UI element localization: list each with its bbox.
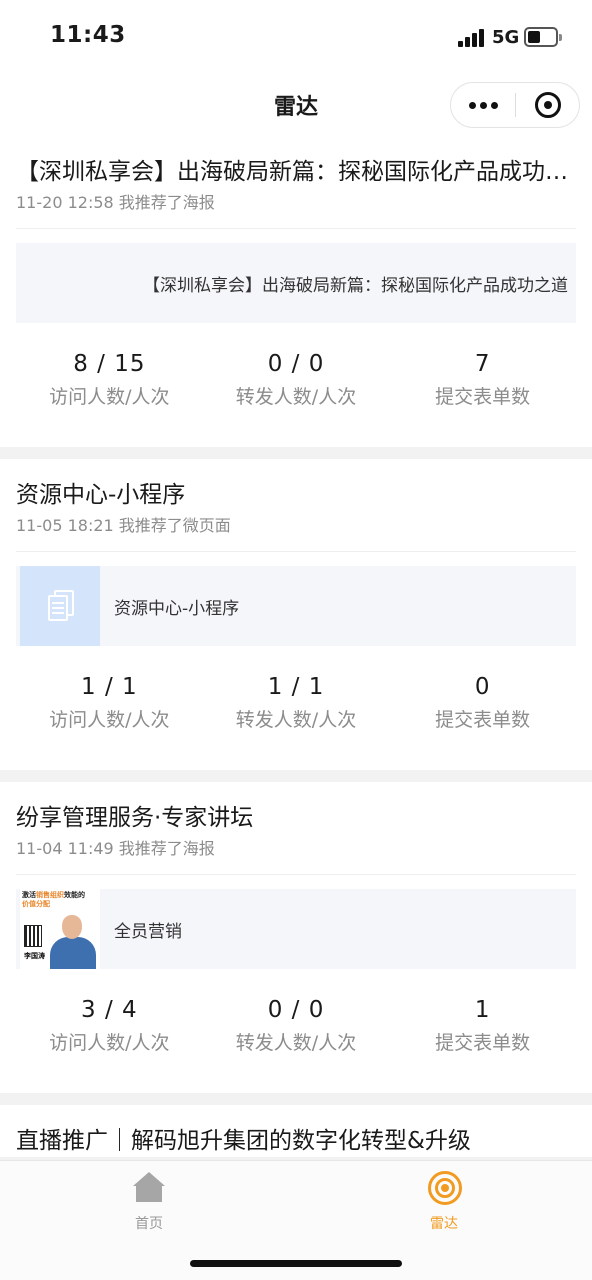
stat-visits: 8 / 15 访问人数/人次 xyxy=(16,323,203,447)
tab-radar[interactable]: 雷达 xyxy=(384,1169,504,1232)
battery-icon xyxy=(524,27,562,47)
tab-label: 首页 xyxy=(135,1216,163,1232)
content-preview[interactable]: 激活销售组织效能的 价值分配 李国涛 全员营销 xyxy=(16,889,576,969)
status-bar: 11:43 5G xyxy=(0,0,592,74)
stat-shares: 0 / 0 转发人数/人次 xyxy=(203,323,390,447)
screen: 11:43 5G 雷达 【深圳私享会】出海破局新篇：探秘国际化产品成功之道 11… xyxy=(0,0,592,1280)
signal-icon xyxy=(458,29,486,47)
card-meta: 11-05 18:21 我推荐了微页面 xyxy=(16,515,576,552)
card-title: 纷享管理服务·专家讲坛 xyxy=(16,805,254,831)
stat-value: 3 / 4 xyxy=(81,997,138,1023)
preview-title: 【深圳私享会】出海破局新篇：探秘国际化产品成功之道 xyxy=(143,276,568,296)
stat-label: 访问人数/人次 xyxy=(49,709,170,731)
card-title: 直播推广｜解码旭升集团的数字化转型&升级 xyxy=(16,1128,471,1154)
close-miniprogram-button[interactable] xyxy=(517,83,579,127)
stat-label: 提交表单数 xyxy=(435,386,531,408)
stat-label: 转发人数/人次 xyxy=(235,386,357,408)
radar-card[interactable]: 资源中心-小程序 11-05 18:21 我推荐了微页面 资源中心-小程序 1 … xyxy=(0,459,592,770)
stats-row: 8 / 15 访问人数/人次 0 / 0 转发人数/人次 7 提交表单数 xyxy=(16,323,576,447)
preview-title: 全员营销 xyxy=(114,922,182,942)
stat-value: 1 / 1 xyxy=(81,674,138,700)
speaker-photo xyxy=(50,937,96,969)
document-icon xyxy=(46,590,74,622)
radar-icon xyxy=(428,1171,462,1205)
stat-visits: 3 / 4 访问人数/人次 xyxy=(16,969,203,1093)
stat-label: 转发人数/人次 xyxy=(235,709,357,731)
content-preview[interactable]: 资源中心-小程序 xyxy=(16,566,576,646)
stats-row: 1 / 1 访问人数/人次 1 / 1 转发人数/人次 0 提交表单数 xyxy=(16,646,576,770)
stat-label: 访问人数/人次 xyxy=(49,386,170,408)
stat-value: 0 xyxy=(474,674,491,700)
stat-value: 7 xyxy=(474,351,491,377)
preview-title: 资源中心-小程序 xyxy=(114,599,240,619)
stat-value: 8 / 15 xyxy=(73,351,146,377)
home-icon xyxy=(133,1172,165,1202)
radar-card[interactable]: 【深圳私享会】出海破局新篇：探秘国际化产品成功之道 11-20 12:58 我推… xyxy=(0,136,592,447)
card-title: 【深圳私享会】出海破局新篇：探秘国际化产品成功之道 xyxy=(16,159,576,185)
stat-value: 0 / 0 xyxy=(267,351,325,377)
preview-thumbnail xyxy=(20,566,100,646)
capsule-divider xyxy=(515,93,516,117)
stat-forms: 1 提交表单数 xyxy=(389,969,576,1093)
stat-shares: 0 / 0 转发人数/人次 xyxy=(203,969,390,1093)
stat-value: 1 xyxy=(474,997,491,1023)
stat-shares: 1 / 1 转发人数/人次 xyxy=(203,646,390,770)
miniprogram-capsule xyxy=(450,82,580,128)
stat-forms: 7 提交表单数 xyxy=(389,323,576,447)
poster-headline: 激活销售组织效能的 价值分配 xyxy=(22,891,85,908)
stat-label: 转发人数/人次 xyxy=(235,1032,357,1054)
stat-value: 0 / 0 xyxy=(267,997,325,1023)
more-button[interactable] xyxy=(451,83,515,127)
tab-label: 雷达 xyxy=(430,1216,458,1232)
status-time: 11:43 xyxy=(50,22,126,48)
stat-label: 提交表单数 xyxy=(435,709,531,731)
qr-code-icon xyxy=(24,925,42,947)
stat-visits: 1 / 1 访问人数/人次 xyxy=(16,646,203,770)
card-meta: 11-04 11:49 我推荐了海报 xyxy=(16,838,576,875)
stat-forms: 0 提交表单数 xyxy=(389,646,576,770)
poster-speaker-name: 李国涛 xyxy=(24,952,45,960)
stat-label: 访问人数/人次 xyxy=(49,1032,170,1054)
stats-row: 3 / 4 访问人数/人次 0 / 0 转发人数/人次 1 提交表单数 xyxy=(16,969,576,1093)
card-meta: 11-20 12:58 我推荐了海报 xyxy=(16,192,576,229)
nav-bar: 雷达 xyxy=(0,74,592,136)
poster-thumbnail: 激活销售组织效能的 价值分配 李国涛 xyxy=(20,889,100,969)
radar-card[interactable]: 直播推广｜解码旭升集团的数字化转型&升级 xyxy=(0,1105,592,1157)
stat-value: 1 / 1 xyxy=(267,674,325,700)
network-label: 5G xyxy=(492,27,520,48)
tab-home[interactable]: 首页 xyxy=(89,1169,209,1232)
content-preview[interactable]: 【深圳私享会】出海破局新篇：探秘国际化产品成功之道 xyxy=(16,243,576,323)
home-indicator xyxy=(190,1260,402,1267)
radar-card[interactable]: 纷享管理服务·专家讲坛 11-04 11:49 我推荐了海报 激活销售组织效能的… xyxy=(0,782,592,1093)
radar-feed: 【深圳私享会】出海破局新篇：探秘国际化产品成功之道 11-20 12:58 我推… xyxy=(0,136,592,1169)
card-title: 资源中心-小程序 xyxy=(16,482,186,508)
stat-label: 提交表单数 xyxy=(435,1032,531,1054)
